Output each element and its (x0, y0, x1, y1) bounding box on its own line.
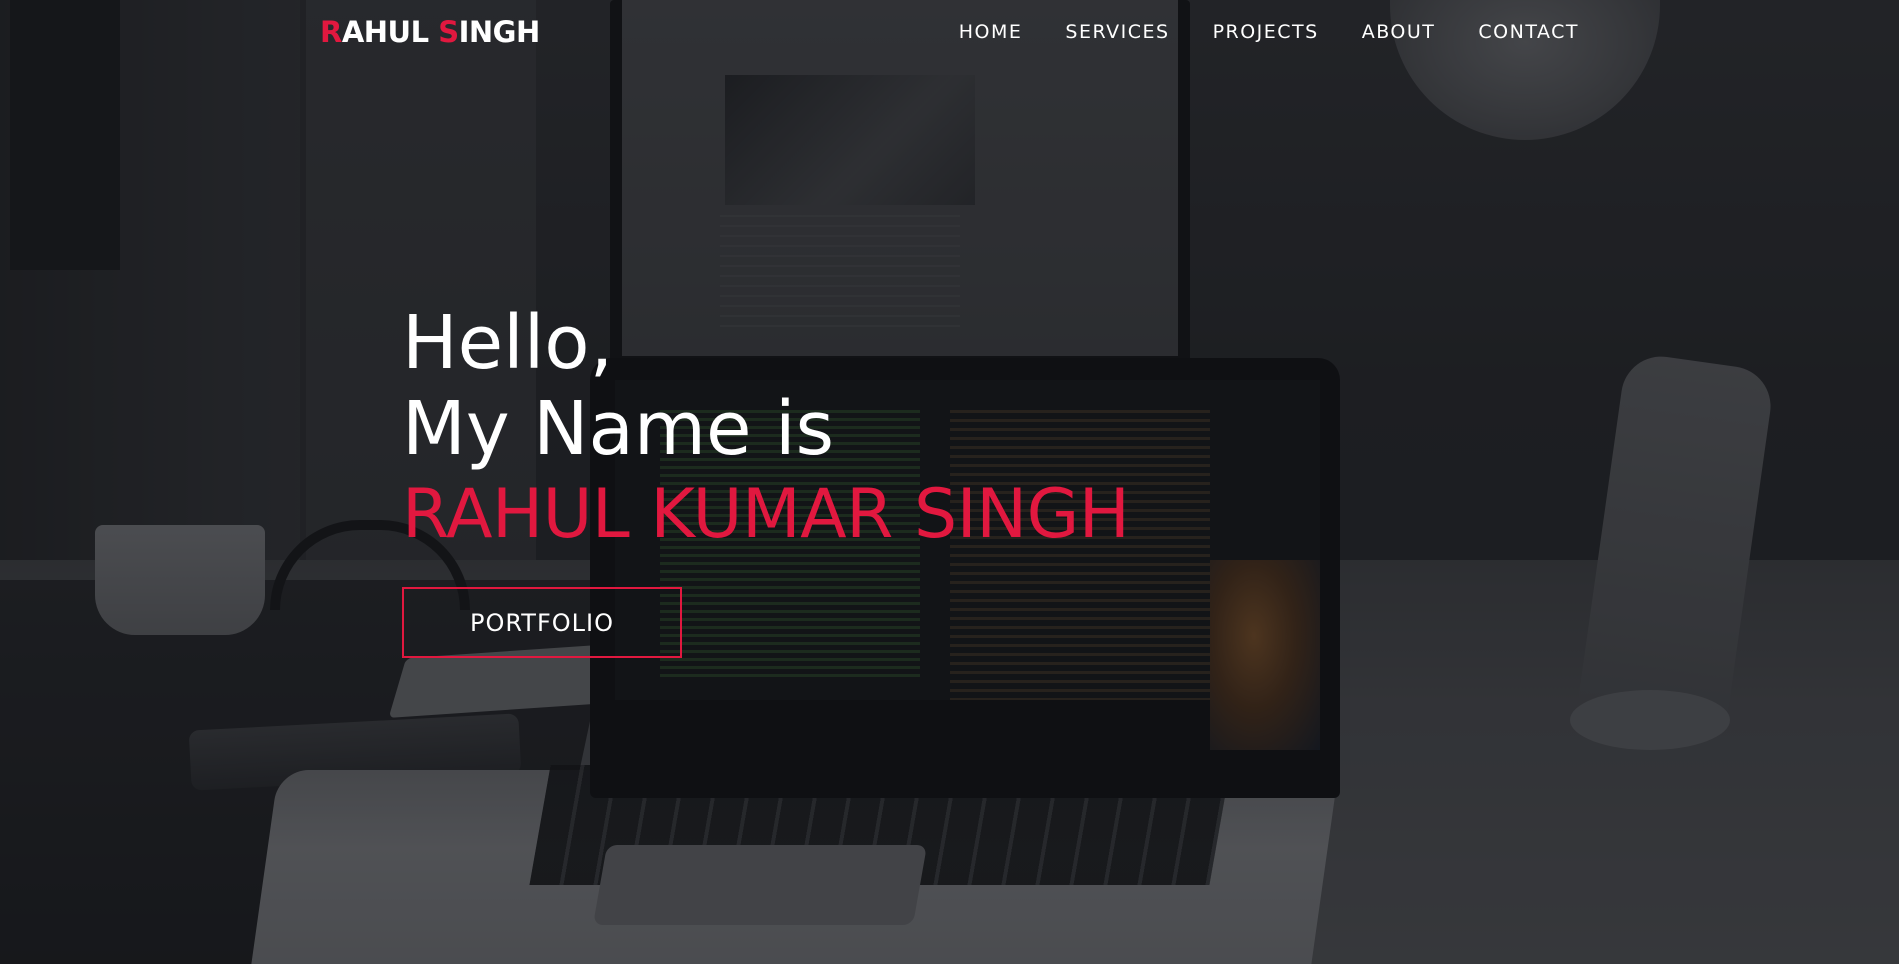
portfolio-button[interactable]: PORTFOLIO (402, 587, 682, 658)
nav-item-about: ABOUT (1362, 21, 1436, 43)
nav-link-contact[interactable]: CONTACT (1478, 21, 1579, 43)
nav-item-contact: CONTACT (1478, 21, 1579, 43)
logo-text-last: INGH (458, 15, 541, 49)
hero-intro: My Name is (402, 386, 835, 472)
nav-menu: HOME SERVICES PROJECTS ABOUT CONTACT (959, 21, 1579, 43)
nav-link-projects[interactable]: PROJECTS (1213, 21, 1319, 43)
site-logo[interactable]: RAHUL SINGH (320, 15, 540, 49)
logo-initial-r: R (320, 15, 342, 49)
nav-link-about[interactable]: ABOUT (1362, 21, 1436, 43)
hero-name: RAHUL KUMAR SINGH (402, 475, 1130, 554)
nav-link-services[interactable]: SERVICES (1065, 21, 1169, 43)
nav-item-home: HOME (959, 21, 1023, 43)
navbar: RAHUL SINGH HOME SERVICES PROJECTS ABOUT… (0, 0, 1899, 68)
nav-link-home[interactable]: HOME (959, 21, 1023, 43)
nav-item-services: SERVICES (1065, 21, 1169, 43)
hero-greeting: Hello, (402, 300, 614, 386)
nav-item-projects: PROJECTS (1213, 21, 1319, 43)
logo-text-first: AHUL (341, 15, 429, 49)
hero-section: Hello, My Name is RAHUL KUMAR SINGH (402, 300, 1602, 558)
logo-initial-s: S (438, 15, 459, 49)
